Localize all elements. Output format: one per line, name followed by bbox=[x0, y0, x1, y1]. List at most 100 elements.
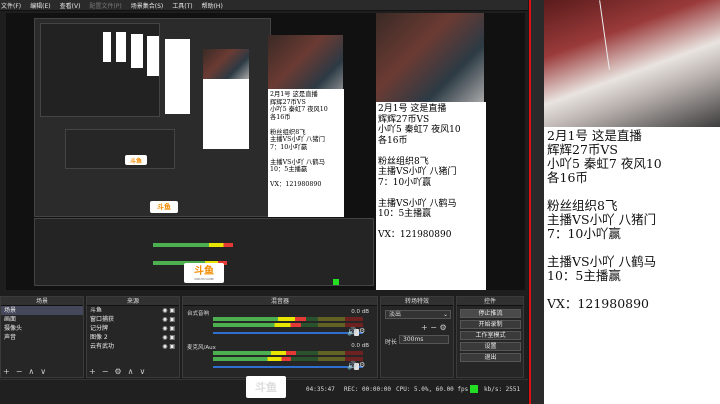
mixer-channel-name: 麦克风/Aux bbox=[187, 345, 216, 351]
audio-meter bbox=[213, 351, 296, 355]
scene-item[interactable]: 摄像头 bbox=[1, 324, 83, 333]
duration-label: 时长 bbox=[385, 339, 398, 346]
scenes-toolbar: + − ∧ ∨ bbox=[3, 367, 46, 376]
scenes-dock-title: 场景 bbox=[1, 297, 83, 306]
audio-meter bbox=[213, 323, 302, 327]
volume-slider[interactable] bbox=[213, 332, 363, 334]
mixer-dock-title: 混音器 bbox=[183, 297, 377, 306]
stream-health-indicator bbox=[470, 385, 478, 393]
nested-capture-inner bbox=[40, 23, 160, 117]
menu-scene-collection[interactable]: 场景集合(S) bbox=[131, 1, 164, 10]
info-card-right: 2月1号 这是直播 辉辉27币VS 小吖5 秦虹7 夜风10 各16币 粉丝组织… bbox=[544, 127, 720, 404]
menu-edit[interactable]: 编辑(E) bbox=[30, 1, 50, 10]
small-cam bbox=[203, 49, 249, 79]
mixer-channel-name: 台式音响 bbox=[187, 311, 210, 317]
move-down-icon[interactable]: ∨ bbox=[139, 367, 145, 376]
small-card bbox=[203, 79, 249, 149]
douyu-logo: 斗鱼 bbox=[150, 201, 178, 213]
scene-item[interactable]: 声音 bbox=[1, 333, 83, 342]
camera-feed-right bbox=[544, 0, 720, 127]
menu-tools[interactable]: 工具(T) bbox=[172, 1, 192, 10]
add-source-icon[interactable]: + bbox=[89, 367, 96, 376]
exit-button[interactable]: 退出 bbox=[460, 353, 521, 362]
camera-feed-large bbox=[376, 13, 484, 103]
move-up-icon[interactable]: ∧ bbox=[28, 367, 34, 376]
menu-bar: 文件(F) 编辑(E) 查看(V) 配置文件(P) 场景集合(S) 工具(T) … bbox=[0, 0, 528, 11]
audio-meter bbox=[213, 317, 306, 321]
eye-lock-icon[interactable]: ◉ ▣ bbox=[162, 333, 175, 342]
status-bar: 斗鱼 DOUYU.COM 04:35:47 REC: 00:00:00 CPU:… bbox=[0, 376, 528, 404]
window-gap bbox=[531, 0, 544, 404]
info-line: 主播VS小吖 八鹤马 bbox=[547, 254, 657, 269]
volume-slider[interactable] bbox=[213, 366, 363, 368]
remove-transition-icon[interactable]: − bbox=[430, 323, 437, 332]
transitions-dock-title: 转场特效 bbox=[381, 297, 453, 306]
stop-streaming-button[interactable]: 停止推流 bbox=[460, 309, 521, 318]
info-line: 各16币 bbox=[547, 170, 588, 185]
speaker-icon[interactable]: 🔊 bbox=[347, 327, 357, 336]
transitions-dock: 转场特效 淡出 ⌄ + − ⚙ 时长 300ms bbox=[380, 296, 454, 378]
small-card bbox=[165, 39, 190, 114]
remove-source-icon[interactable]: − bbox=[102, 367, 109, 376]
tiny-card bbox=[103, 32, 111, 62]
menu-profile: 配置文件(P) bbox=[89, 2, 122, 10]
source-item[interactable]: 斗鱼 ◉ ▣ bbox=[87, 306, 179, 315]
controls-dock-title: 控件 bbox=[457, 297, 523, 306]
info-line: 2月1号 这是直播 bbox=[547, 128, 642, 143]
move-down-icon[interactable]: ∨ bbox=[40, 367, 46, 376]
scene-item[interactable]: 场景 bbox=[1, 306, 83, 315]
info-line: 粉丝组织8飞 bbox=[547, 198, 618, 213]
camera-artifact bbox=[599, 0, 610, 70]
tiny-card bbox=[147, 36, 159, 76]
menu-view[interactable]: 查看(V) bbox=[60, 1, 81, 10]
source-item[interactable]: 图像 2 ◉ ▣ bbox=[87, 333, 179, 342]
source-item[interactable]: 窗口捕获 ◉ ▣ bbox=[87, 315, 179, 324]
studio-mode-button[interactable]: 工作室模式 bbox=[460, 331, 521, 340]
eye-lock-icon[interactable]: ◉ ▣ bbox=[162, 315, 175, 324]
info-card-large: 2月1号 这是直播 辉辉27币VS 小吖5 秦虹7 夜风10 各16币 粉丝组织… bbox=[376, 102, 486, 290]
add-transition-icon[interactable]: + bbox=[421, 323, 428, 332]
douyu-logo: 斗鱼 DOUYU.COM bbox=[246, 376, 286, 398]
douyu-logo: 斗鱼 DOUYU.COM bbox=[184, 263, 224, 283]
gear-icon[interactable]: ⚙ bbox=[359, 327, 365, 335]
move-up-icon[interactable]: ∧ bbox=[128, 367, 134, 376]
gear-icon[interactable]: ⚙ bbox=[440, 323, 447, 332]
transition-select[interactable]: 淡出 ⌄ bbox=[385, 310, 451, 319]
rec-time: REC: 00:00:00 bbox=[344, 386, 391, 393]
speaker-icon[interactable]: 🔊 bbox=[347, 361, 357, 370]
transition-toolbar: + − ⚙ bbox=[421, 323, 447, 332]
eye-lock-icon[interactable]: ◉ ▣ bbox=[162, 306, 175, 315]
gear-icon[interactable]: ⚙ bbox=[359, 361, 365, 369]
info-line: VX：121980890 bbox=[547, 296, 650, 311]
info-line: 10：5主播赢 bbox=[547, 268, 621, 283]
source-item[interactable]: 云有武功 ◉ ▣ bbox=[87, 342, 179, 351]
eye-lock-icon[interactable]: ◉ ▣ bbox=[162, 342, 175, 351]
douyu-logo: 斗鱼 bbox=[125, 155, 147, 165]
remove-scene-icon[interactable]: − bbox=[16, 367, 23, 376]
add-scene-icon[interactable]: + bbox=[3, 367, 10, 376]
source-item[interactable]: 记分牌 ◉ ▣ bbox=[87, 324, 179, 333]
tiny-card bbox=[131, 34, 143, 68]
nested-status-indicator bbox=[333, 279, 339, 285]
preview-canvas[interactable]: 斗鱼 斗鱼 2月1号 这是直播 辉辉27币VS 小吖5 秦虹7 夜风10 各16… bbox=[6, 13, 525, 290]
nested-meter bbox=[153, 243, 233, 247]
duration-input[interactable]: 300ms bbox=[399, 335, 449, 344]
live-time: 04:35:47 bbox=[306, 386, 335, 393]
menu-help[interactable]: 帮助(H) bbox=[202, 1, 223, 10]
bitrate: kb/s: 2551 bbox=[484, 386, 521, 393]
controls-dock: 控件 停止推流 开始录制 工作室模式 设置 退出 bbox=[456, 296, 524, 378]
info-line: 7：10小吖赢 bbox=[547, 226, 621, 241]
info-line: 辉辉27币VS bbox=[547, 142, 618, 157]
scene-item[interactable]: 画面 bbox=[1, 315, 83, 324]
mixer-channel-db: 0.0 dB bbox=[351, 309, 369, 315]
start-recording-button[interactable]: 开始录制 bbox=[460, 320, 521, 329]
gear-icon[interactable]: ⚙ bbox=[114, 367, 121, 376]
settings-button[interactable]: 设置 bbox=[460, 342, 521, 351]
info-card-mid: 2月1号 这是直播 辉辉27币VS 小吖5 秦虹7 夜风10 各16币 粉丝组织… bbox=[268, 89, 344, 217]
eye-lock-icon[interactable]: ◉ ▣ bbox=[162, 324, 175, 333]
menu-file[interactable]: 文件(F) bbox=[1, 1, 21, 10]
info-line: 主播VS小吖 八猪门 bbox=[547, 212, 657, 227]
mixer-channel-db: 0.0 dB bbox=[351, 343, 369, 349]
tiny-card bbox=[116, 32, 126, 62]
sources-dock-title: 来源 bbox=[87, 297, 179, 306]
